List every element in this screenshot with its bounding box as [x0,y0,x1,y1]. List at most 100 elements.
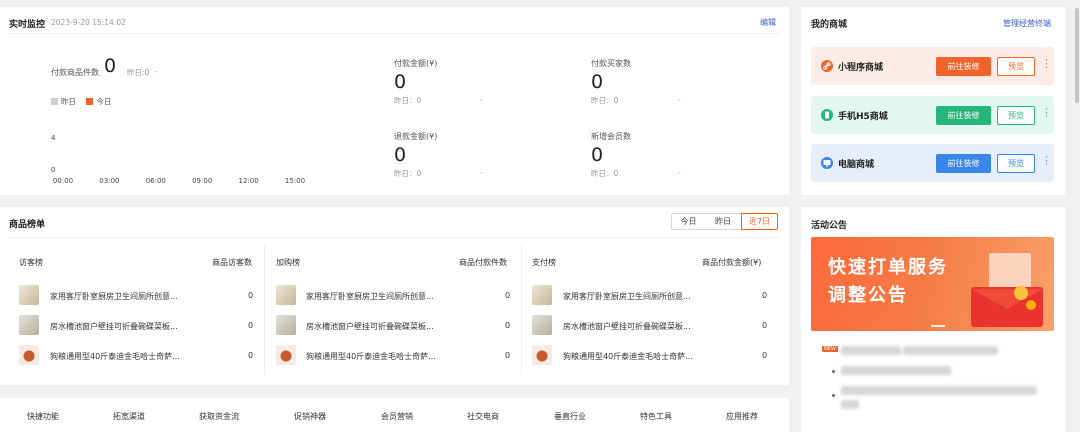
nav-special-tools[interactable]: 特色工具 [640,411,672,422]
edit-link[interactable]: 编辑 [760,17,776,28]
stat-value-refund: 0 [394,144,407,166]
stat-yesterday-refund: 昨日：0 [394,169,422,178]
scrollbar-thumb[interactable] [1075,8,1079,103]
payment-rank-title: 支付榜 [532,258,556,267]
product-name[interactable]: 家用客厅卧室厨房卫生间厕所创意... [563,291,691,302]
period-today-tab[interactable]: 今日 [671,213,706,230]
nav-capital-flow[interactable]: 获取资金流 [199,411,239,422]
mall-name-miniprogram: 小程序商城 [838,63,884,73]
column-divider [264,245,265,375]
announcement-title: 活动公告 [811,221,848,231]
product-thumbnail [276,345,296,365]
link-icon [821,60,833,72]
my-mall-title: 我的商城 [811,20,848,30]
more-icon[interactable]: ⋮ [1041,155,1052,166]
realtime-panel: 实时监控 2023-9-20 15:14:02 编辑 付款商品件数 0 昨日:0… [0,7,789,195]
go-decorate-button[interactable]: 前往装修 [936,154,991,173]
realtime-title: 实时监控 [9,20,46,30]
stat-label-new-members: 新增会员数 [591,132,631,141]
product-name[interactable]: 房水槽池窗户壁挂可折叠碗碟菜板... [563,321,691,332]
mall-card-h5: 手机H5商城 前往装修 预览 ⋮ [811,96,1054,134]
mall-card-miniprogram: 小程序商城 前往装修 预览 ⋮ [811,47,1054,85]
realtime-timestamp: 2023-9-20 15:14:02 [51,18,126,27]
product-name[interactable]: 房水槽池窗户壁挂可折叠碗碟菜板... [306,321,434,332]
announcement-item-1[interactable] [841,346,901,355]
visitor-rank-title: 访客榜 [19,258,43,267]
chart-legend: 昨日 今日 [51,96,111,107]
nav-member-marketing[interactable]: 会员营销 [381,411,413,422]
product-name[interactable]: 家用客厅卧室厨房卫生间厕所创意... [306,291,434,302]
mall-card-pc: 电脑商城 前往装修 预览 ⋮ [811,144,1054,182]
envelope-illustration [971,253,1043,327]
go-decorate-button[interactable]: 前往装修 [936,106,991,125]
preview-button[interactable]: 预览 [997,154,1035,173]
nav-quick-functions[interactable]: 快捷功能 [27,411,59,422]
realtime-chart: 4 0 00:00 03:00 06:00 09:00 12:00 15:00 [51,134,305,185]
visitor-rank-metric: 商品访客数 [212,258,252,267]
product-value: 0 [505,321,511,330]
new-badge: NEW [822,346,838,352]
product-thumbnail [532,285,552,305]
y-tick-label: 0 [51,166,55,174]
product-name[interactable]: 家用客厅卧室厨房卫生间厕所创意... [50,291,178,302]
product-value: 0 [248,321,254,330]
x-tick-label: 06:00 [146,177,166,185]
announcement-banner[interactable]: 快速打单服务 调整公告 [811,237,1054,331]
product-name[interactable]: 狗粮通用型40斤泰迪金毛哈士奇萨... [50,351,180,362]
ranking-title: 商品榜单 [9,220,46,230]
paid-items-value: 0 [104,55,117,77]
product-ranking-panel: 商品榜单 今日 昨日 近7日 访客榜 商品访客数 家用客厅卧室厨房卫生间厕所创意… [0,207,789,385]
paid-items-yesterday: 昨日:0 [127,68,150,77]
x-tick-label: 09:00 [192,177,212,185]
product-name[interactable]: 狗粮通用型40斤泰迪金毛哈士奇萨... [563,351,693,362]
more-icon[interactable]: ⋮ [1041,107,1052,118]
carousel-dots[interactable] [931,325,945,327]
cart-rank-metric: 商品付款件数 [459,258,507,267]
x-tick-label: 12:00 [239,177,259,185]
payment-rank-metric: 商品付款金额(¥) [702,258,762,267]
preview-button[interactable]: 预览 [997,106,1035,125]
product-name[interactable]: 房水槽池窗户壁挂可折叠碗碟菜板... [50,321,178,332]
preview-button[interactable]: 预览 [997,57,1035,76]
more-icon[interactable]: ⋮ [1041,58,1052,69]
x-tick-label: 03:00 [99,177,119,185]
nav-social-commerce[interactable]: 社交电商 [467,411,499,422]
x-tick-label: 15:00 [285,177,305,185]
product-thumbnail [19,345,39,365]
stat-value-pay-amount: 0 [394,71,407,93]
period-yesterday-tab[interactable]: 昨日 [705,213,742,230]
bullet-icon [832,394,835,397]
product-name[interactable]: 狗粮通用型40斤泰迪金毛哈士奇萨... [306,351,436,362]
paid-items-label: 付款商品件数 [51,68,99,77]
nav-promotion-tools[interactable]: 促销神器 [294,411,326,422]
my-mall-panel: 我的商城 管理经营终端 小程序商城 前往装修 预览 ⋮ 手机H5商城 前往装修 … [801,7,1065,195]
announcement-item-2[interactable] [841,366,951,375]
nav-vertical-industry[interactable]: 垂直行业 [554,411,586,422]
period-7days-tab[interactable]: 近7日 [741,213,778,230]
banner-headline: 快速打单服务 [828,257,948,278]
manage-terminal-link[interactable]: 管理经营终端 [1003,18,1051,29]
stat-value-new-members: 0 [591,144,604,166]
product-value: 0 [762,321,768,330]
product-thumbnail [19,315,39,335]
stat-dash-new-members: - [678,168,681,177]
legend-yesterday: 昨日 [61,97,76,106]
nav-app-recommend[interactable]: 应用推荐 [726,411,758,422]
announcement-item-3[interactable] [841,386,1037,395]
product-value: 0 [762,291,768,300]
mobile-icon [821,109,833,121]
feature-nav-bar: 快捷功能 拓宽渠道 获取资金流 促销神器 会员营销 社交电商 垂直行业 特色工具… [0,398,789,432]
stat-label-buyers: 付款买家数 [591,59,631,68]
stat-label-refund: 退款金额(¥) [394,132,438,141]
legend-today: 今日 [96,97,112,106]
go-decorate-button[interactable]: 前往装修 [936,57,991,76]
paid-items-dash: - [155,67,158,76]
product-value: 0 [248,351,254,360]
product-thumbnail [19,285,39,305]
mall-name-pc: 电脑商城 [838,160,875,170]
nav-expand-channels[interactable]: 拓宽渠道 [113,411,145,422]
product-value: 0 [505,351,511,360]
legend-yesterday-swatch [51,98,58,105]
product-value: 0 [762,351,768,360]
divider [9,33,780,34]
